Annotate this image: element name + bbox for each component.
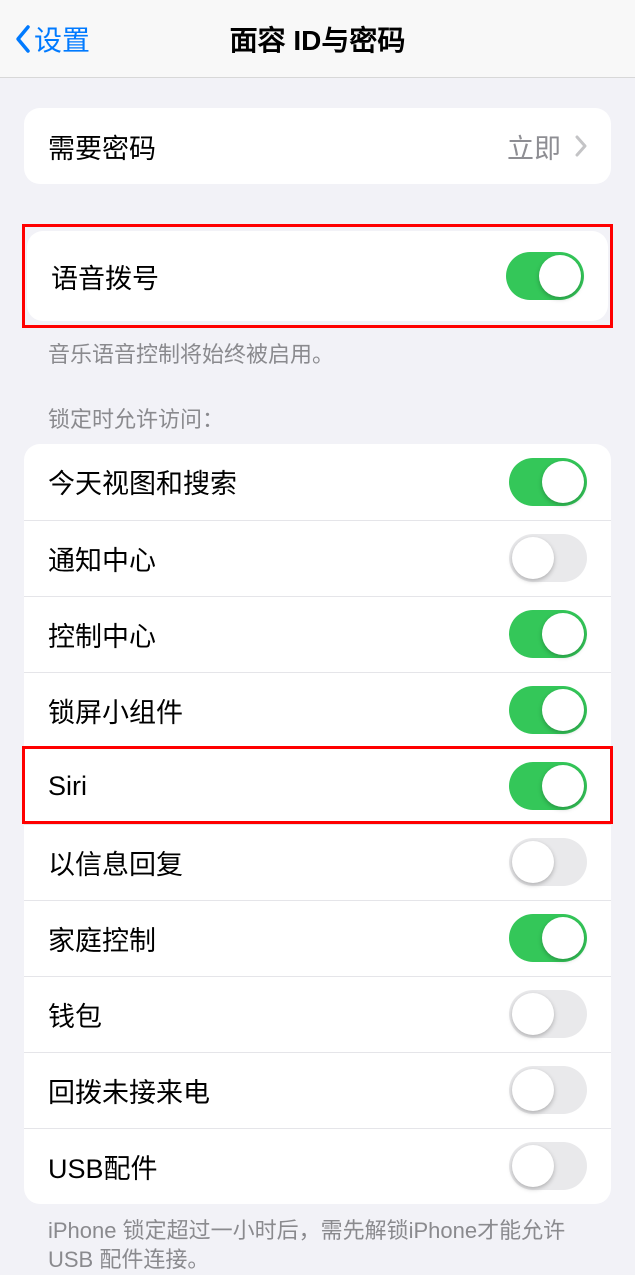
locked-access-toggle[interactable] — [509, 458, 587, 506]
locked-access-label: 钱包 — [48, 995, 102, 1034]
require-passcode-value: 立即 — [507, 127, 561, 166]
locked-access-row: USB配件 — [24, 1128, 611, 1204]
voice-dial-group: 语音拨号 — [27, 231, 608, 321]
require-passcode-group: 需要密码 立即 — [24, 108, 611, 184]
locked-access-label: 回拨未接来电 — [48, 1071, 210, 1110]
locked-access-toggle[interactable] — [509, 1066, 587, 1114]
back-label: 设置 — [34, 19, 90, 59]
require-passcode-label: 需要密码 — [48, 127, 156, 166]
voice-dial-footer: 音乐语音控制将始终被启用。 — [48, 340, 587, 370]
locked-access-toggle[interactable] — [509, 686, 587, 734]
voice-dial-highlight: 语音拨号 — [22, 224, 613, 328]
locked-access-row: Siri — [24, 748, 611, 824]
locked-access-label: 锁屏小组件 — [48, 691, 183, 730]
content: 需要密码 立即 语音拨号 音乐语音控制将始终被启用。 锁定时允许访问： 今天视图… — [0, 108, 635, 1275]
locked-access-row: 锁屏小组件 — [24, 672, 611, 748]
locked-access-label: 以信息回复 — [48, 843, 183, 882]
locked-access-row: 回拨未接来电 — [24, 1052, 611, 1128]
voice-dial-row: 语音拨号 — [27, 231, 608, 321]
back-button[interactable]: 设置 — [0, 19, 90, 59]
locked-access-toggle[interactable] — [509, 990, 587, 1038]
locked-access-label: 今天视图和搜索 — [48, 462, 237, 501]
locked-access-toggle[interactable] — [509, 762, 587, 810]
locked-access-row: 控制中心 — [24, 596, 611, 672]
locked-access-label: USB配件 — [48, 1147, 158, 1186]
locked-access-toggle[interactable] — [509, 1142, 587, 1190]
locked-access-row: 以信息回复 — [24, 824, 611, 900]
locked-access-row: 钱包 — [24, 976, 611, 1052]
voice-dial-toggle[interactable] — [506, 252, 584, 300]
locked-access-toggle[interactable] — [509, 914, 587, 962]
chevron-right-icon — [575, 135, 587, 157]
page-title: 面容 ID与密码 — [0, 19, 635, 59]
locked-access-row: 通知中心 — [24, 520, 611, 596]
locked-access-footer: iPhone 锁定超过一小时后，需先解锁iPhone才能允许USB 配件连接。 — [48, 1216, 587, 1275]
locked-access-toggle[interactable] — [509, 534, 587, 582]
voice-dial-label: 语音拨号 — [51, 257, 159, 296]
locked-access-row: 家庭控制 — [24, 900, 611, 976]
locked-access-label: 通知中心 — [48, 539, 156, 578]
locked-access-toggle[interactable] — [509, 838, 587, 886]
locked-access-toggle[interactable] — [509, 610, 587, 658]
require-passcode-row[interactable]: 需要密码 立即 — [24, 108, 611, 184]
navigation-bar: 设置 面容 ID与密码 — [0, 0, 635, 78]
locked-access-header: 锁定时允许访问： — [48, 402, 587, 434]
locked-access-group-wrapper: 今天视图和搜索通知中心控制中心锁屏小组件 Siri 以信息回复家庭控制钱包回拨未接来… — [24, 444, 611, 1204]
locked-access-label: 家庭控制 — [48, 919, 156, 958]
chevron-left-icon — [14, 24, 32, 54]
locked-access-label: Siri — [48, 771, 87, 802]
locked-access-label: 控制中心 — [48, 615, 156, 654]
voice-dial-highlight-wrapper: 语音拨号 — [22, 224, 613, 328]
locked-access-group: 今天视图和搜索通知中心控制中心锁屏小组件 Siri 以信息回复家庭控制钱包回拨未接来… — [24, 444, 611, 1204]
locked-access-row: 今天视图和搜索 — [24, 444, 611, 520]
